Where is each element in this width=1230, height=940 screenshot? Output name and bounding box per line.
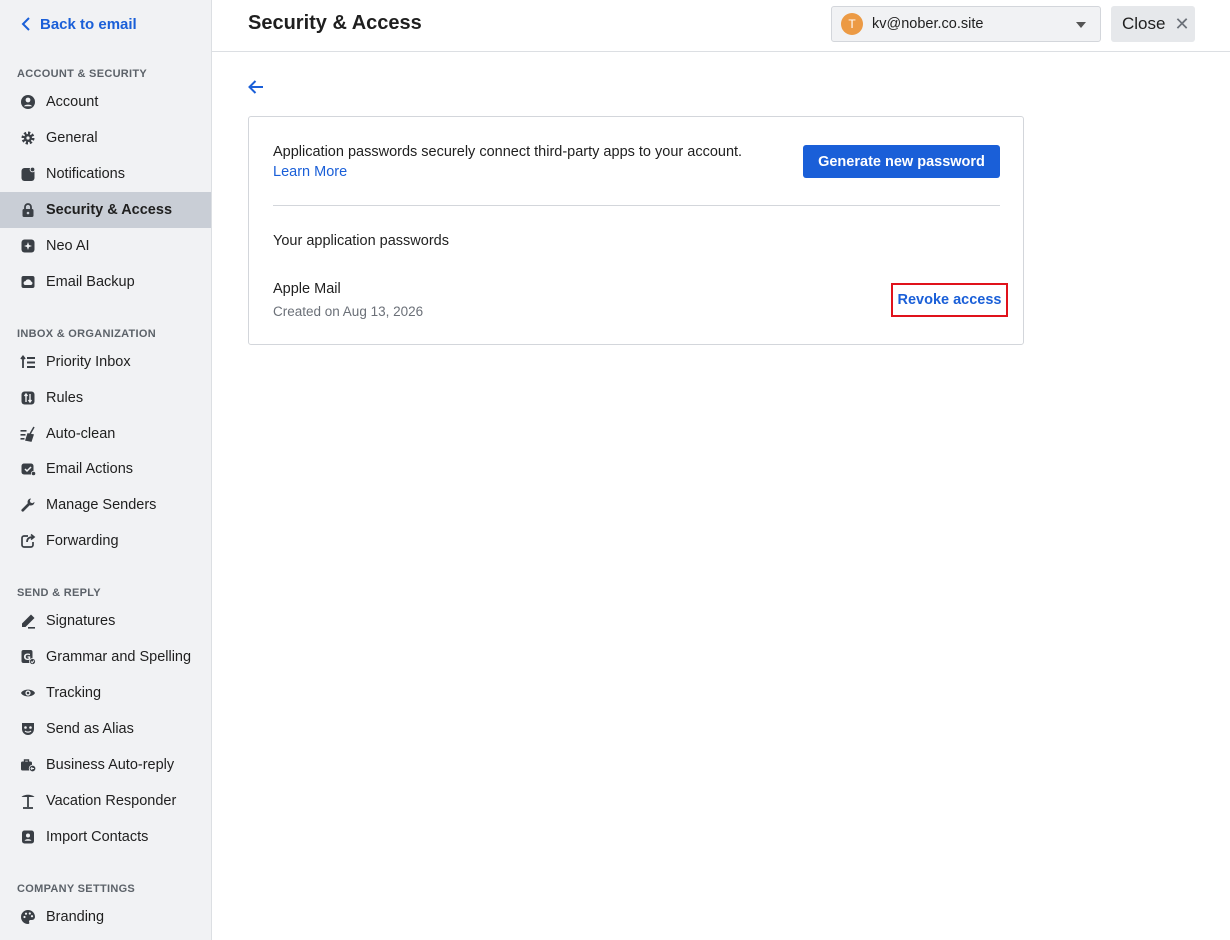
sidebar-item-send-as-alias[interactable]: Send as Alias (0, 711, 211, 747)
mask-icon (20, 721, 36, 737)
sidebar-item-label: Auto-clean (46, 426, 116, 442)
sidebar-item-general[interactable]: General (0, 120, 211, 156)
sidebar-item-neo-ai[interactable]: Neo AI (0, 228, 211, 264)
sidebar-item-label: Email Actions (46, 461, 134, 477)
sidebar-item-tracking[interactable]: Tracking (0, 675, 211, 711)
notifications-icon (20, 166, 36, 182)
email-actions-icon (20, 461, 36, 477)
close-button[interactable]: Close ✕ (1111, 6, 1195, 42)
palm-tree-icon (20, 793, 36, 809)
sidebar-item-grammar-spelling[interactable]: G Grammar and Spelling (0, 639, 211, 675)
sidebar-item-signatures[interactable]: Signatures (0, 603, 211, 639)
revoke-access-button[interactable]: Revoke access (891, 283, 1008, 317)
briefcase-reply-icon (20, 757, 36, 773)
sidebar-item-email-backup[interactable]: Email Backup (0, 264, 211, 300)
card-description: Application passwords securely connect t… (273, 144, 743, 160)
sidebar-item-manage-senders[interactable]: Manage Senders (0, 487, 211, 523)
close-icon: ✕ (1174, 14, 1190, 34)
sidebar-item-label: Manage Senders (46, 497, 157, 513)
sidebar-item-branding[interactable]: Branding (0, 899, 211, 935)
back-to-email-link[interactable]: Back to email (20, 14, 137, 34)
section-title-account-security: ACCOUNT & SECURITY (17, 68, 148, 80)
sidebar: Back to email ACCOUNT & SECURITY Account… (0, 0, 212, 940)
wrench-icon (20, 497, 36, 513)
sidebar-item-label: Notifications (46, 166, 125, 182)
contacts-icon (20, 829, 36, 845)
sidebar-item-label: Security & Access (46, 202, 173, 218)
sidebar-item-label: Signatures (46, 613, 116, 629)
avatar: T (841, 13, 863, 35)
lock-icon (20, 202, 36, 218)
sidebar-item-label: Priority Inbox (46, 354, 131, 370)
cloud-backup-icon (20, 274, 36, 290)
sidebar-item-label: Email Backup (46, 274, 135, 290)
sidebar-item-label: Vacation Responder (46, 793, 177, 809)
password-created-date: Created on Aug 13, 2026 (273, 304, 424, 319)
pen-icon (20, 613, 36, 629)
sidebar-item-vacation-responder[interactable]: Vacation Responder (0, 783, 211, 819)
rules-icon (20, 390, 36, 406)
top-bar: Security & Access T kv@nober.co.site Clo… (212, 0, 1230, 52)
sidebar-item-label: Rules (46, 390, 84, 406)
gear-icon (20, 130, 36, 146)
forward-icon (20, 533, 36, 549)
arrow-left-icon[interactable] (247, 78, 265, 96)
sidebar-item-priority-inbox[interactable]: Priority Inbox (0, 344, 211, 380)
chevron-left-icon (21, 17, 30, 31)
sidebar-item-label: General (46, 130, 98, 146)
sidebar-item-label: Business Auto-reply (46, 757, 175, 773)
sidebar-item-auto-clean[interactable]: Auto-clean (0, 416, 211, 452)
sidebar-item-label: Grammar and Spelling (46, 649, 192, 665)
sidebar-item-security-access[interactable]: Security & Access (0, 192, 211, 228)
broom-icon (20, 426, 36, 442)
passwords-list-title: Your application passwords (273, 233, 449, 249)
close-label: Close (1122, 14, 1166, 33)
generate-password-button[interactable]: Generate new password (803, 145, 1000, 178)
palette-icon (20, 909, 36, 925)
password-app-name: Apple Mail (273, 281, 341, 297)
sidebar-item-forwarding[interactable]: Forwarding (0, 523, 211, 559)
divider (273, 205, 1000, 206)
sidebar-item-label: Forwarding (46, 533, 119, 549)
sidebar-item-import-contacts[interactable]: Import Contacts (0, 819, 211, 855)
account-email: kv@nober.co.site (872, 16, 984, 32)
sidebar-item-account[interactable]: Account (0, 84, 211, 120)
section-title-send-reply: SEND & REPLY (17, 587, 101, 599)
section-title-company-settings: COMPANY SETTINGS (17, 883, 136, 895)
sidebar-item-label: Account (46, 94, 99, 110)
sidebar-item-label: Send as Alias (46, 721, 134, 737)
account-icon (20, 94, 36, 110)
learn-more-link[interactable]: Learn More (273, 164, 347, 180)
sidebar-item-label: Branding (46, 909, 105, 925)
caret-down-icon (1076, 22, 1086, 28)
app-passwords-card: Application passwords securely connect t… (248, 116, 1024, 345)
priority-icon (20, 354, 36, 370)
sidebar-item-notifications[interactable]: Notifications (0, 156, 211, 192)
grammar-icon: G (20, 649, 36, 665)
sidebar-item-label: Tracking (46, 685, 102, 701)
eye-icon (20, 685, 36, 701)
sidebar-item-label: Neo AI (46, 238, 90, 254)
sidebar-item-email-actions[interactable]: Email Actions (0, 451, 211, 487)
section-title-inbox-organization: INBOX & ORGANIZATION (17, 328, 157, 340)
back-to-email-label: Back to email (40, 15, 137, 33)
sparkle-icon (20, 238, 36, 254)
sidebar-item-rules[interactable]: Rules (0, 380, 211, 416)
sidebar-item-business-auto-reply[interactable]: Business Auto-reply (0, 747, 211, 783)
account-selector[interactable]: T kv@nober.co.site (831, 6, 1101, 42)
page-title: Security & Access (248, 12, 422, 34)
sidebar-item-label: Import Contacts (46, 829, 149, 845)
